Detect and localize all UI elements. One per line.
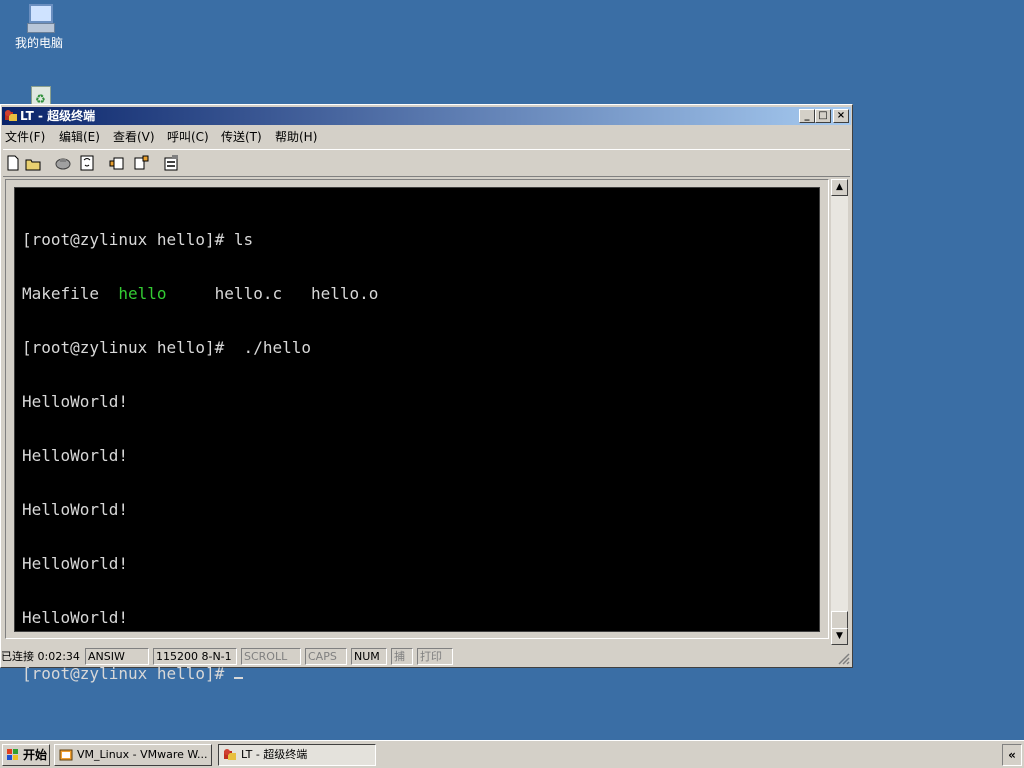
taskbar-item-label: VM_Linux - VMware W...: [77, 748, 208, 761]
receive-icon: [134, 155, 149, 170]
call-icon: [80, 155, 94, 171]
menu-call[interactable]: 呼叫(C): [167, 130, 209, 144]
status-scroll: SCROLL: [241, 648, 301, 665]
start-label: 开始: [23, 748, 48, 762]
terminal-line: HelloWorld!: [22, 554, 128, 573]
hyperterminal-icon: [224, 749, 236, 760]
status-caps: CAPS: [305, 648, 347, 665]
terminal-line: HelloWorld!: [22, 500, 128, 519]
status-emulation: ANSIW: [85, 648, 149, 665]
terminal-line: [root@zylinux hello]# ls: [22, 230, 254, 249]
taskbar-item-vmware[interactable]: VM_Linux - VMware W...: [54, 744, 212, 766]
file-entry: Makefile: [22, 284, 119, 303]
status-print: 打印: [417, 648, 453, 665]
executable-entry: hello: [118, 284, 167, 303]
receive-button[interactable]: [131, 153, 151, 173]
file-entry: hello.c hello.o: [166, 284, 379, 303]
menu-view[interactable]: 查看(V): [113, 130, 155, 144]
new-icon: [7, 155, 19, 171]
scroll-down-button[interactable]: ▼: [831, 628, 848, 645]
windows-logo-icon: [7, 749, 18, 760]
close-button[interactable]: ×: [833, 109, 849, 123]
resize-grip-icon[interactable]: [838, 653, 850, 665]
menu-file[interactable]: 文件(F): [5, 130, 45, 144]
minimize-button[interactable]: _: [799, 109, 815, 123]
scroll-up-button[interactable]: ▲: [831, 179, 848, 196]
scroll-thumb[interactable]: [831, 611, 848, 629]
hyperterminal-app-icon: [5, 110, 17, 121]
send-button[interactable]: [107, 153, 127, 173]
my-computer-icon: [23, 2, 55, 34]
send-icon: [109, 157, 124, 170]
terminal-line: HelloWorld!: [22, 446, 128, 465]
menu-transfer[interactable]: 传送(T): [221, 130, 262, 144]
menu-edit[interactable]: 编辑(E): [59, 130, 100, 144]
window-title: LT - 超级终端: [20, 109, 96, 123]
hyperterminal-window: LT - 超级终端 _ □ × 文件(F) 编辑(E) 查看(V) 呼叫(C) …: [0, 104, 853, 683]
desktop-icon-label: 我的电脑: [14, 36, 63, 50]
taskbar: 开始 VM_Linux - VMware W... LT - 超级终端 «: [0, 740, 1024, 768]
menu-bar: 文件(F) 编辑(E) 查看(V) 呼叫(C) 传送(T) 帮助(H): [3, 127, 850, 147]
title-bar[interactable]: LT - 超级终端 _ □ ×: [2, 107, 851, 125]
status-num: NUM: [351, 648, 387, 665]
open-button[interactable]: [23, 153, 43, 173]
terminal-frame: [root@zylinux hello]# ls Makefile hello …: [5, 179, 829, 683]
terminal-line: Makefile hello hello.c hello.o: [22, 285, 819, 303]
status-capture: 捕: [391, 648, 413, 665]
desktop-icon-my-computer[interactable]: 我的电脑: [4, 2, 74, 50]
terminal-line: HelloWorld!: [22, 392, 128, 411]
status-port-settings: 115200 8-N-1: [153, 648, 237, 665]
tray-expand-button[interactable]: «: [1002, 744, 1022, 766]
taskbar-item-label: LT - 超级终端: [241, 748, 308, 761]
toolbar: [3, 149, 850, 177]
status-connected-time: 已连接 0:02:34: [1, 650, 80, 663]
start-button[interactable]: 开始: [2, 744, 50, 766]
menu-help[interactable]: 帮助(H): [275, 130, 317, 144]
taskbar-item-hyperterminal[interactable]: LT - 超级终端: [218, 744, 376, 766]
terminal-screen[interactable]: [root@zylinux hello]# ls Makefile hello …: [14, 187, 820, 683]
properties-button[interactable]: [161, 153, 181, 173]
new-button[interactable]: [3, 153, 23, 173]
vertical-scrollbar[interactable]: ▲ ▼: [831, 179, 848, 645]
disconnect-icon: [55, 158, 71, 170]
terminal-line: [root@zylinux hello]# ./hello: [22, 338, 311, 357]
call-button[interactable]: [77, 153, 97, 173]
status-bar: 已连接 0:02:34 ANSIW 115200 8-N-1 SCROLL CA…: [1, 647, 852, 667]
properties-icon: [164, 155, 178, 171]
terminal-line: HelloWorld!: [22, 608, 128, 627]
maximize-button[interactable]: □: [815, 109, 831, 123]
vmware-icon: [59, 749, 73, 761]
disconnect-button[interactable]: [53, 153, 73, 173]
open-icon: [25, 159, 41, 171]
